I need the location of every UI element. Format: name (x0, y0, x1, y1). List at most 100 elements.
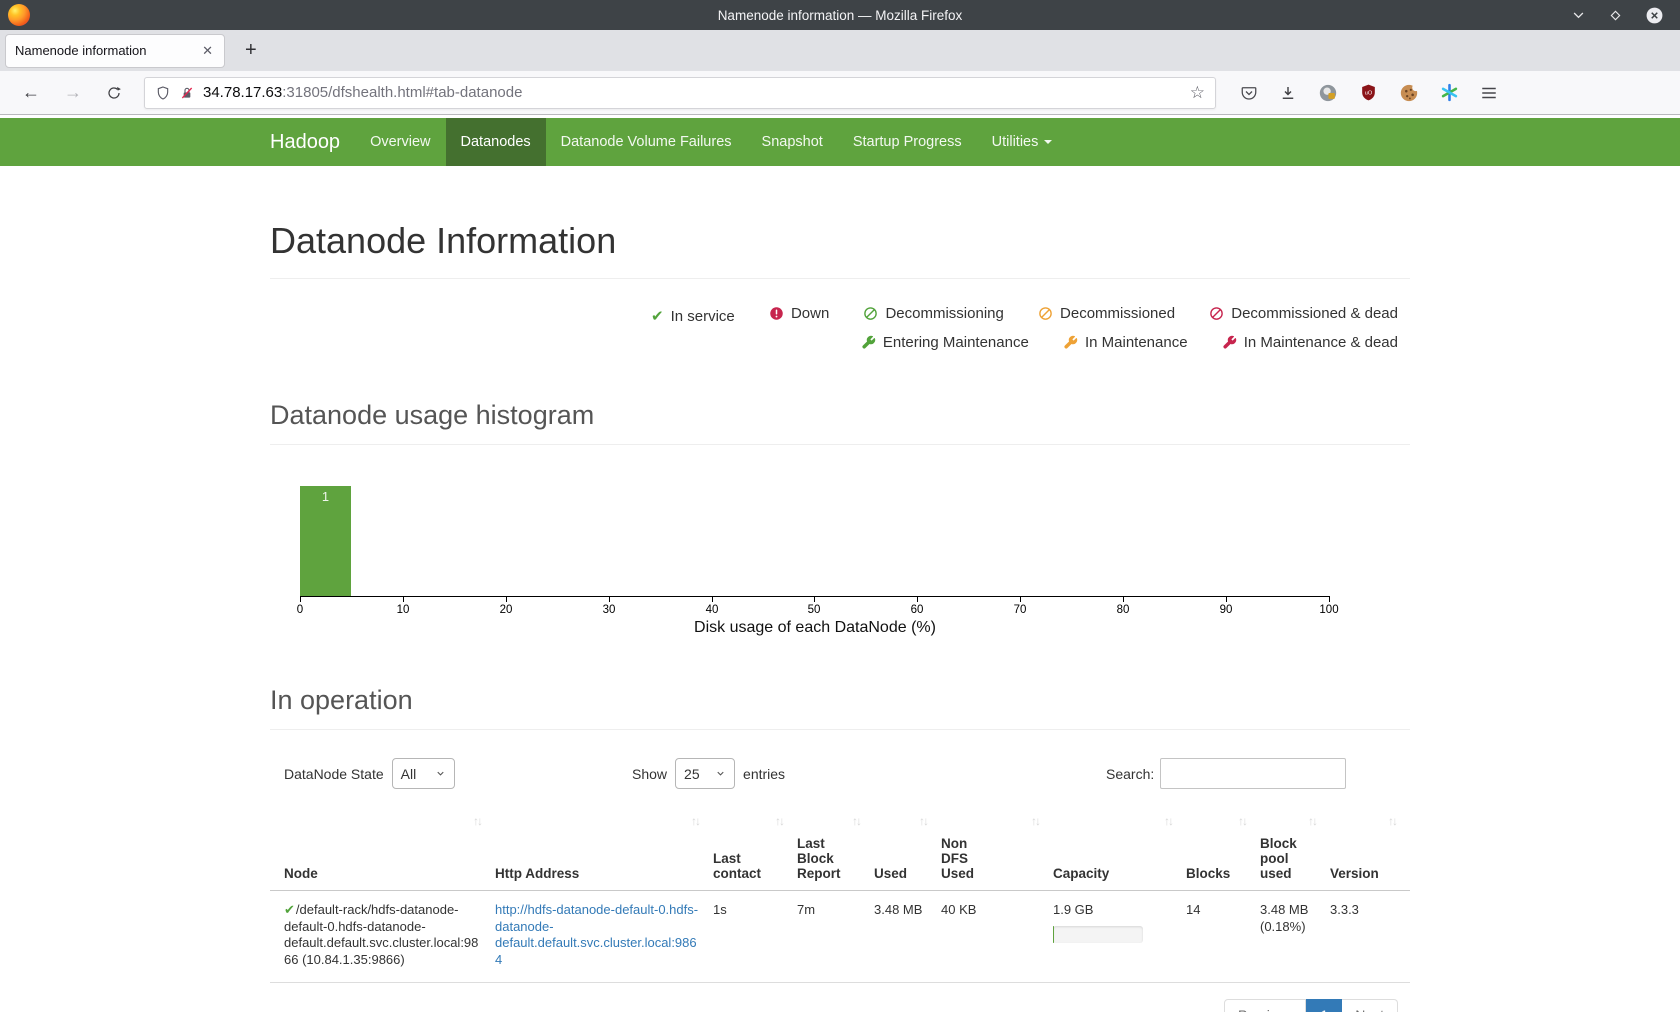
downloads-icon[interactable] (1279, 84, 1297, 102)
multicolor-extension-icon[interactable] (1440, 83, 1459, 102)
sort-icon[interactable]: ↑↓ (1031, 814, 1039, 828)
divider (270, 729, 1410, 730)
entries-label: entries (743, 766, 785, 782)
sort-icon[interactable]: ↑↓ (852, 814, 860, 828)
x-tick: 70 (1014, 604, 1027, 616)
window-minimize-icon[interactable] (1571, 8, 1586, 23)
version-cell: 3.3.3 (1330, 891, 1410, 983)
page-1-button[interactable]: 1 (1306, 999, 1342, 1012)
url-bar[interactable]: 34.78.17.63:31805/dfshealth.html#tab-dat… (144, 77, 1216, 109)
sort-icon[interactable]: ↑↓ (919, 814, 927, 828)
column-header-used[interactable]: ↑↓Used (874, 806, 941, 891)
pagination: Previous 1 Next (1224, 999, 1398, 1012)
http-address-cell: http://hdfs-datanode-default-0.hdfs-data… (495, 891, 713, 983)
back-button[interactable]: ← (10, 82, 52, 103)
column-header-http-address[interactable]: ↑↓Http Address (495, 806, 713, 891)
browser-tab[interactable]: Namenode information ✕ (5, 34, 225, 68)
capacity-cell: 1.9 GB (1053, 891, 1186, 983)
insecure-lock-icon[interactable] (179, 85, 195, 101)
legend-in-maintenance-dead: In Maintenance & dead (1222, 334, 1398, 351)
column-header-non-dfs-used[interactable]: ↑↓Non DFS Used (941, 806, 1053, 891)
http-address-link[interactable]: http://hdfs-datanode-default-0.hdfs-data… (495, 902, 698, 967)
sort-icon[interactable]: ↑↓ (691, 814, 699, 828)
navbar-brand[interactable]: Hadoop (270, 118, 355, 166)
sort-icon[interactable]: ↑↓ (775, 814, 783, 828)
x-axis-label: Disk usage of each DataNode (%) (300, 619, 1330, 637)
url-text[interactable]: 34.78.17.63:31805/dfshealth.html#tab-dat… (203, 84, 1182, 101)
tab-close-icon[interactable]: ✕ (200, 43, 215, 59)
window-close-icon[interactable] (1645, 6, 1664, 25)
nav-item-datanode-volume-failures[interactable]: Datanode Volume Failures (546, 118, 747, 166)
search-input[interactable] (1160, 758, 1346, 789)
check-icon: ✔ (284, 902, 295, 917)
nav-item-utilities[interactable]: Utilities (977, 118, 1068, 166)
shield-icon[interactable] (155, 85, 171, 101)
datanode-usage-histogram: 1 0 10 20 30 40 50 60 70 80 90 100 Disk … (270, 449, 1410, 645)
chevron-down-icon (435, 768, 446, 779)
next-page-button[interactable]: Next (1342, 999, 1398, 1012)
check-icon: ✔ (651, 307, 664, 325)
menu-hamburger-icon[interactable] (1480, 84, 1498, 102)
window-maximize-icon[interactable] (1608, 8, 1623, 23)
last-block-report-cell: 7m (797, 891, 874, 983)
column-header-last-block-report[interactable]: ↑↓Last Block Report (797, 806, 874, 891)
page-title: Datanode Information (270, 220, 1410, 262)
nav-item-startup-progress[interactable]: Startup Progress (838, 118, 977, 166)
nav-item-snapshot[interactable]: Snapshot (747, 118, 838, 166)
legend-in-maintenance: In Maintenance (1063, 334, 1188, 351)
legend-decommissioning: Decommissioning (863, 305, 1003, 322)
table-controls: DataNode State All Show 25 entries Searc… (270, 756, 1410, 794)
x-tick: 40 (706, 604, 719, 616)
in-operation-section-title: In operation (270, 685, 1410, 716)
sort-icon[interactable]: ↑↓ (1164, 814, 1172, 828)
x-tick: 10 (397, 604, 410, 616)
datanode-state-select[interactable]: All (392, 758, 455, 789)
legend-entering-maintenance: Entering Maintenance (861, 334, 1029, 351)
column-header-version[interactable]: ↑↓Version (1330, 806, 1410, 891)
tab-bar: Namenode information ✕ + (0, 30, 1680, 71)
used-cell: 3.48 MB (874, 891, 941, 983)
x-tick: 100 (1319, 604, 1338, 616)
sort-icon[interactable]: ↑↓ (473, 814, 481, 828)
ublock-icon[interactable]: uO (1359, 83, 1378, 102)
privacy-extension-icon[interactable] (1318, 83, 1338, 103)
wrench-icon (861, 335, 876, 350)
non-dfs-used-cell: 40 KB (941, 891, 1053, 983)
divider (270, 444, 1410, 445)
forward-button[interactable]: → (52, 82, 94, 103)
sort-icon[interactable]: ↑↓ (1388, 814, 1396, 828)
reload-button[interactable] (94, 85, 134, 101)
previous-page-button[interactable]: Previous (1224, 999, 1306, 1012)
new-tab-button[interactable]: + (239, 39, 263, 62)
sort-icon[interactable]: ↑↓ (1238, 814, 1246, 828)
cookie-extension-icon[interactable] (1399, 83, 1419, 103)
nav-item-datanodes[interactable]: Datanodes (446, 118, 546, 166)
ban-icon (1209, 306, 1224, 321)
bookmark-star-icon[interactable]: ☆ (1190, 83, 1205, 103)
node-cell: ✔/default-rack/hdfs-datanode-default-0.h… (270, 891, 495, 983)
histogram-section-title: Datanode usage histogram (270, 400, 1410, 431)
showing-entries-text: Showing 1 to 1 of 1 entries (270, 1009, 436, 1012)
column-header-capacity[interactable]: ↑↓Capacity (1053, 806, 1186, 891)
bar-value-label: 1 (322, 489, 329, 504)
pocket-icon[interactable] (1240, 84, 1258, 102)
divider (270, 278, 1410, 279)
column-header-last-contact[interactable]: ↑↓Last contact (713, 806, 797, 891)
firefox-icon (8, 4, 30, 26)
browser-window: Namenode information — Mozilla Firefox N… (0, 0, 1680, 1012)
column-header-block-pool-used[interactable]: ↑↓Block pool used (1260, 806, 1330, 891)
sort-icon[interactable]: ↑↓ (1308, 814, 1316, 828)
column-header-blocks[interactable]: ↑↓Blocks (1186, 806, 1260, 891)
nav-item-overview[interactable]: Overview (355, 118, 445, 166)
hadoop-navbar: Hadoop Overview Datanodes Datanode Volum… (0, 118, 1680, 166)
wrench-icon (1063, 335, 1078, 350)
search-label: Search: (1106, 766, 1154, 782)
ban-icon (863, 306, 878, 321)
legend-in-service: ✔ In service (651, 307, 735, 325)
column-header-node[interactable]: ↑↓Node (270, 806, 495, 891)
legend-decommissioned: Decommissioned (1038, 305, 1175, 322)
blocks-cell: 14 (1186, 891, 1260, 983)
show-entries-select[interactable]: 25 (675, 758, 735, 789)
x-tick: 20 (500, 604, 513, 616)
node-state-legend: ✔ In service Down Decommissioning Decomm… (270, 305, 1410, 354)
